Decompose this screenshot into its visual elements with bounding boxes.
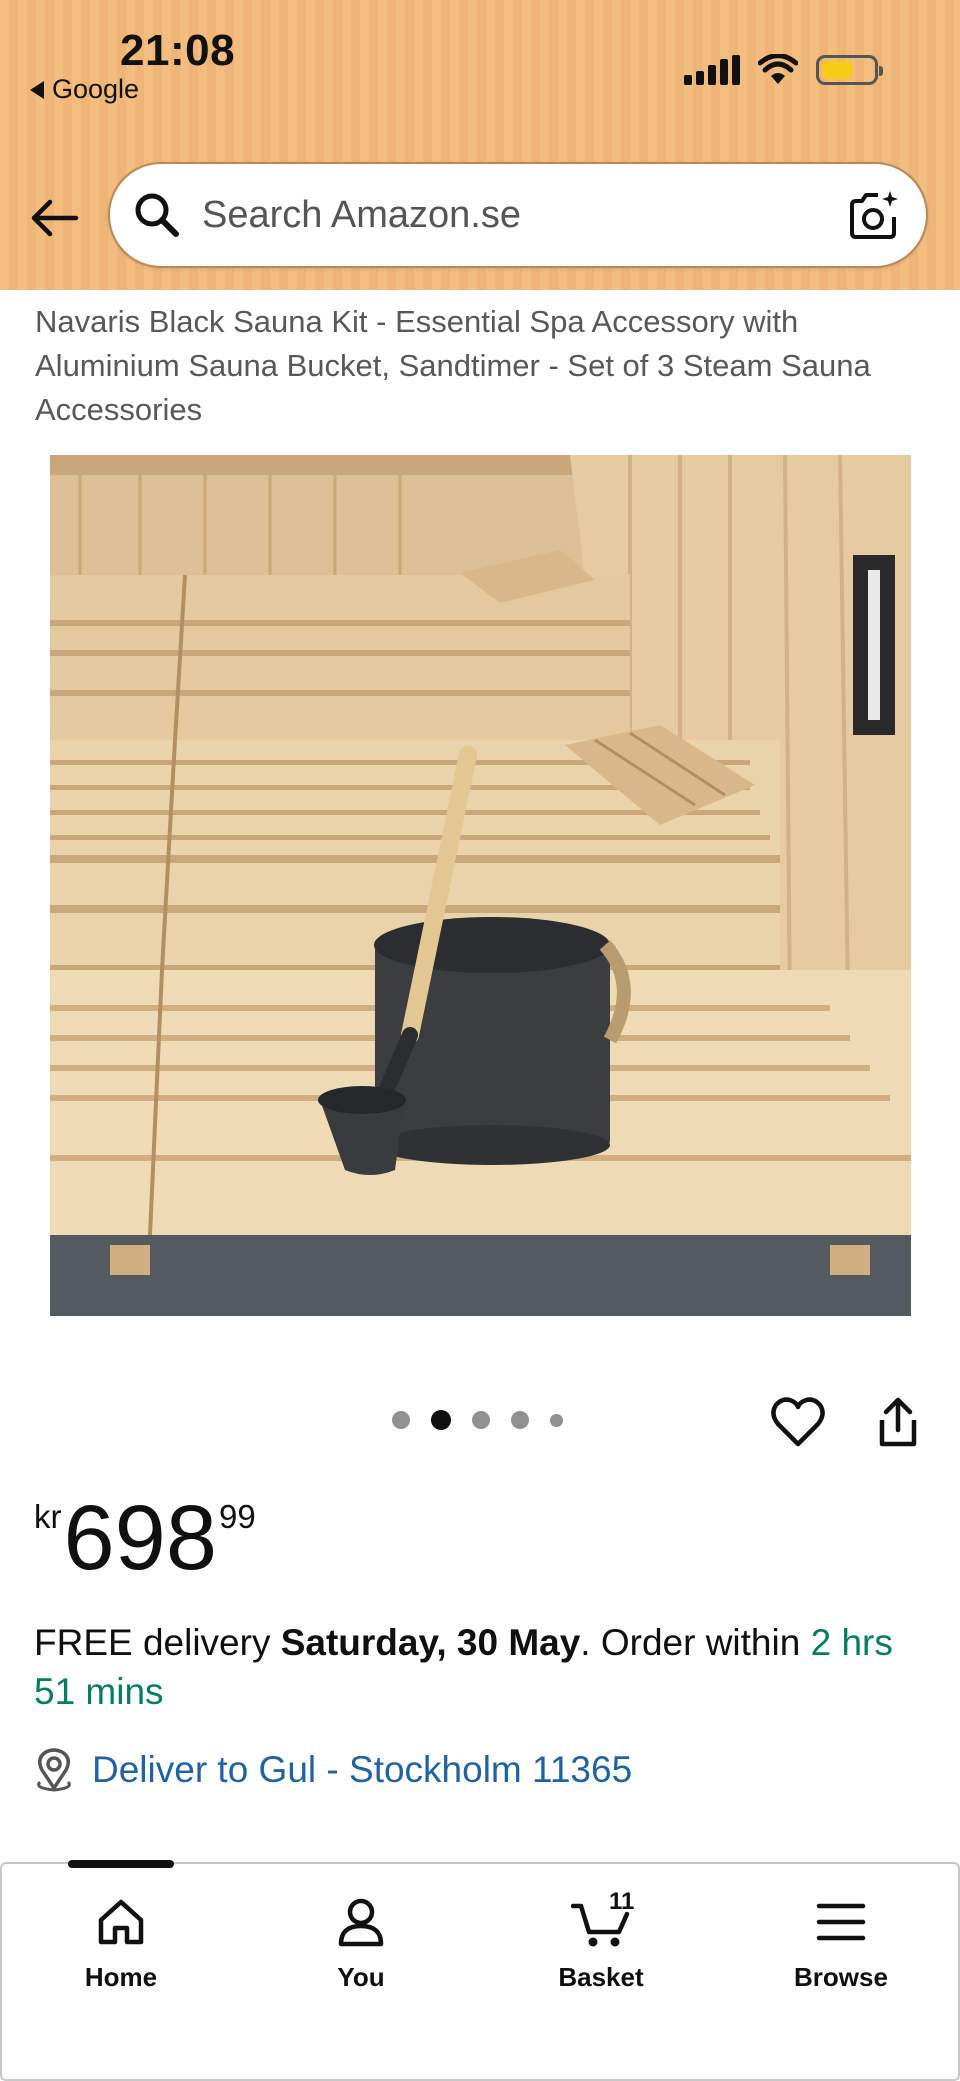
cellular-signal-icon <box>684 55 740 85</box>
menu-icon <box>816 1903 866 1941</box>
image-carousel-dots[interactable] <box>392 1410 563 1430</box>
carousel-dot[interactable] <box>392 1411 410 1429</box>
share-icon[interactable] <box>870 1394 926 1450</box>
battery-icon <box>816 55 883 85</box>
delivery-message: FREE delivery Saturday, 30 May. Order wi… <box>34 1618 914 1716</box>
search-input[interactable] <box>202 193 846 237</box>
camera-search-icon[interactable] <box>846 187 902 243</box>
bottom-tab-bar: Home You 11 Basket Browse <box>0 1860 960 2081</box>
price: kr 698 99 <box>34 1488 256 1588</box>
tab-basket[interactable]: 11 Basket <box>501 1888 701 1993</box>
delivery-middle: . Order within <box>580 1622 811 1663</box>
wifi-icon <box>758 54 798 84</box>
back-triangle-icon <box>30 80 44 99</box>
tab-you-label: You <box>337 1962 385 1992</box>
location-pin-icon <box>37 1748 71 1792</box>
carousel-dot[interactable] <box>550 1413 563 1427</box>
search-icon <box>135 193 179 237</box>
product-title[interactable]: Navaris Black Sauna Kit - Essential Spa … <box>35 300 915 432</box>
person-icon <box>338 1898 384 1947</box>
carousel-dot[interactable] <box>511 1411 529 1429</box>
status-time: 21:08 <box>120 26 236 75</box>
carousel-dot[interactable] <box>472 1411 490 1429</box>
basket-count-badge: 11 <box>609 1888 635 1915</box>
search-bar[interactable] <box>108 162 928 268</box>
deliver-to-label: Deliver to Gul - Stockholm 11365 <box>92 1749 633 1790</box>
heart-icon[interactable] <box>770 1394 826 1450</box>
back-app-label: Google <box>52 74 140 104</box>
status-icons <box>684 54 883 86</box>
tab-you[interactable]: You <box>261 1892 461 1993</box>
back-arrow-icon[interactable] <box>26 190 82 246</box>
price-whole: 698 <box>63 1487 218 1589</box>
deliver-to-link[interactable]: Deliver to Gul - Stockholm 11365 <box>34 1748 632 1792</box>
price-currency: kr <box>34 1498 62 1535</box>
back-to-app-link[interactable]: Google <box>30 74 139 105</box>
active-tab-indicator <box>68 1860 174 1868</box>
tab-basket-label: Basket <box>558 1962 644 1992</box>
home-icon <box>98 1899 144 1945</box>
tab-browse[interactable]: Browse <box>741 1892 941 1993</box>
carousel-dot-active[interactable] <box>431 1410 451 1430</box>
tab-home-label: Home <box>84 1962 158 1992</box>
tab-home[interactable]: Home <box>21 1892 221 1993</box>
tab-browse-label: Browse <box>794 1962 888 1992</box>
sauna-photo <box>50 455 911 1316</box>
app-header: 21:08 Google <box>0 0 960 290</box>
delivery-prefix: FREE delivery <box>34 1622 281 1663</box>
price-fraction: 99 <box>219 1498 256 1535</box>
delivery-date: Saturday, 30 May <box>280 1622 581 1663</box>
product-image[interactable] <box>50 455 911 1316</box>
